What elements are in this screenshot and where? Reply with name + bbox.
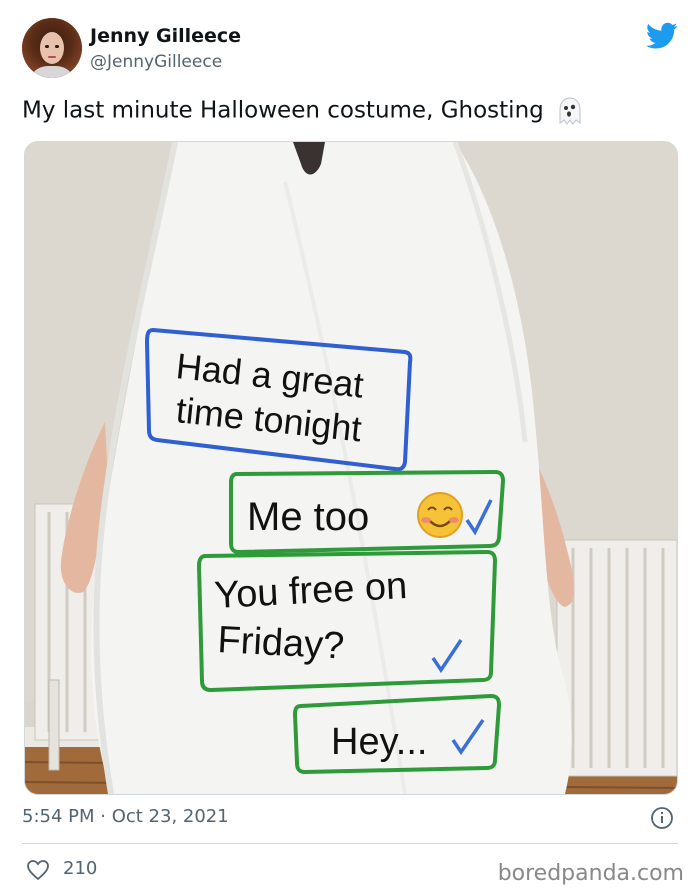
author-name[interactable]: Jenny Gilleece [90,25,241,47]
tweet-text: My last minute Halloween costume, Ghosti… [22,96,583,126]
heart-icon[interactable] [26,859,50,881]
tweet-timestamp[interactable]: 5:54 PM · Oct 23, 2021 [22,806,229,827]
ghost-emoji-icon [559,97,581,125]
bubble-2-text: Me too [247,495,369,539]
tweet-header: Jenny Gilleece @JennyGilleece [22,18,678,82]
ghost-costume-photo: Had a great time tonight Me too You free… [25,142,677,794]
smiling-emoji-icon [417,492,463,538]
tweet-text-content: My last minute Halloween costume, Ghosti… [22,97,544,124]
divider [22,843,678,844]
bubble-3-line2: Friday? [217,619,346,668]
like-count: 210 [63,858,98,879]
twitter-bird-icon[interactable] [646,22,678,50]
watermark: boredpanda.com [497,861,684,886]
info-icon[interactable] [650,806,674,830]
avatar[interactable] [22,18,82,78]
bubble-4-text: Hey... [331,721,427,763]
author-handle[interactable]: @JennyGilleece [90,52,222,72]
tweet-photo[interactable]: Had a great time tonight Me too You free… [24,141,678,795]
